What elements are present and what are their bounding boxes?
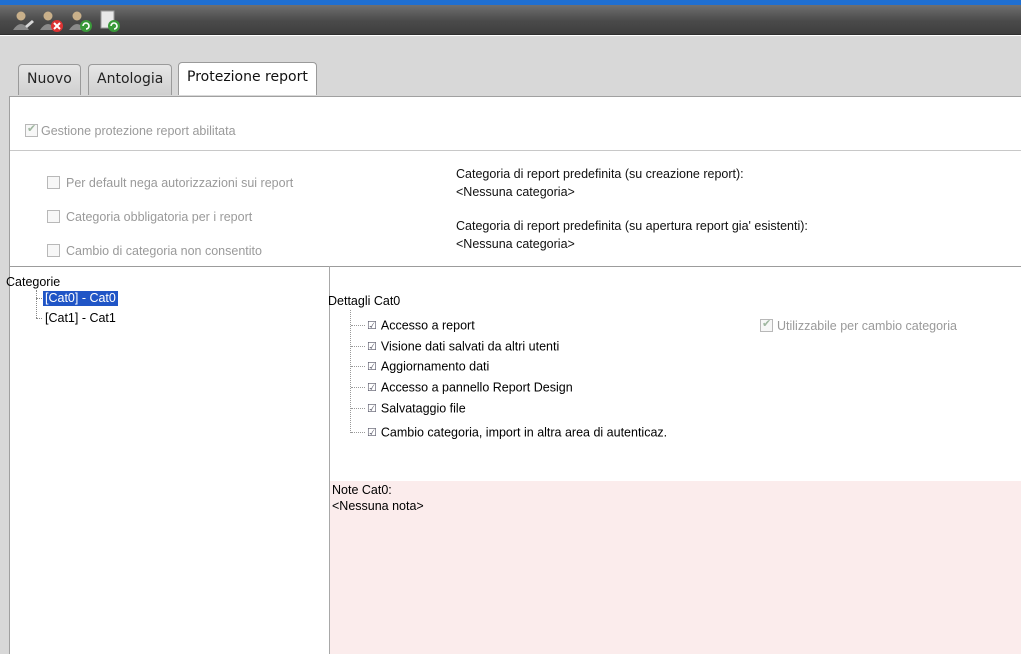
perm-accesso-report[interactable]: ☑ Accesso a report [351,318,475,333]
checked-icon[interactable]: ☑ [367,426,377,439]
perm-label: Salvataggio file [380,401,466,416]
option-category-required-label: Categoria obbligatoria per i report [66,209,253,224]
tree-connector [36,290,37,318]
protection-enabled-row[interactable]: Gestione protezione report abilitata [25,122,236,138]
option-category-change-denied[interactable]: Cambio di categoria non consentito [47,243,262,258]
category-details-panel [330,267,1021,481]
tree-connector [36,318,42,319]
tree-border [9,266,10,654]
option-deny-default[interactable]: Per default nega autorizzazioni sui repo… [47,175,293,190]
perm-salvataggio-file[interactable]: ☑ Salvataggio file [351,401,466,416]
notes-title: Note Cat0: [332,483,392,497]
left-gutter [0,96,9,654]
usable-checkbox[interactable] [760,317,773,333]
option-category-change-denied-label: Cambio di categoria non consentito [66,243,262,258]
option-category-required[interactable]: Categoria obbligatoria per i report [47,209,252,224]
perm-label: Aggiornamento dati [380,359,490,374]
default-category-create-label: Categoria di report predefinita (su crea… [456,167,744,181]
default-category-open-label: Categoria di report predefinita (su aper… [456,219,808,233]
option-category-change-denied-checkbox[interactable] [47,244,60,258]
perm-aggiornamento-dati[interactable]: ☑ Aggiornamento dati [351,359,489,374]
tab-nuovo[interactable]: Nuovo [18,64,81,95]
usable-label: Utilizzabile per cambio categoria [777,318,957,333]
default-category-create-value[interactable]: <Nessuna categoria> [456,185,575,199]
perm-label: Cambio categoria, import in altra area d… [380,425,668,440]
usable-for-category-change[interactable]: Utilizzabile per cambio categoria [760,317,957,333]
tree-item-cat1[interactable]: [Cat1] - Cat1 [43,311,118,326]
default-category-open-value[interactable]: <Nessuna categoria> [456,237,575,251]
checked-icon[interactable]: ☑ [367,340,377,353]
notes-panel[interactable] [330,481,1021,654]
protection-enabled-label: Gestione protezione report abilitata [41,123,236,138]
checked-icon[interactable]: ☑ [367,319,377,332]
user-edit-icon[interactable] [10,9,36,33]
perm-cambio-categoria[interactable]: ☑ Cambio categoria, import in altra area … [351,425,667,440]
perm-label: Accesso a report [380,318,475,333]
checked-icon[interactable]: ☑ [367,402,377,415]
perm-label: Visione dati salvati da altri utenti [380,339,560,354]
divider [10,150,1021,151]
perm-label: Accesso a pannello Report Design [380,380,573,395]
details-title: Dettagli Cat0 [328,294,401,308]
tab-protezione-report[interactable]: Protezione report [178,62,317,95]
notes-value[interactable]: <Nessuna nota> [332,499,424,513]
option-category-required-checkbox[interactable] [47,210,60,224]
tree-connector [36,298,42,299]
user-delete-icon[interactable] [38,9,64,33]
category-tree-root[interactable]: Categorie [6,275,60,289]
document-refresh-icon[interactable] [96,9,122,33]
checked-icon[interactable]: ☑ [367,360,377,373]
perm-report-design[interactable]: ☑ Accesso a pannello Report Design [351,380,573,395]
protection-enabled-checkbox[interactable] [25,122,38,138]
checked-icon[interactable]: ☑ [367,381,377,394]
user-refresh-icon[interactable] [67,9,93,33]
perm-visione-dati[interactable]: ☑ Visione dati salvati da altri utenti [351,339,559,354]
tree-item-cat0[interactable]: [Cat0] - Cat0 [43,291,118,306]
option-deny-default-checkbox[interactable] [47,176,60,190]
toolbar [0,5,1021,35]
option-deny-default-label: Per default nega autorizzazioni sui repo… [66,175,294,190]
tab-antologia[interactable]: Antologia [88,64,173,95]
